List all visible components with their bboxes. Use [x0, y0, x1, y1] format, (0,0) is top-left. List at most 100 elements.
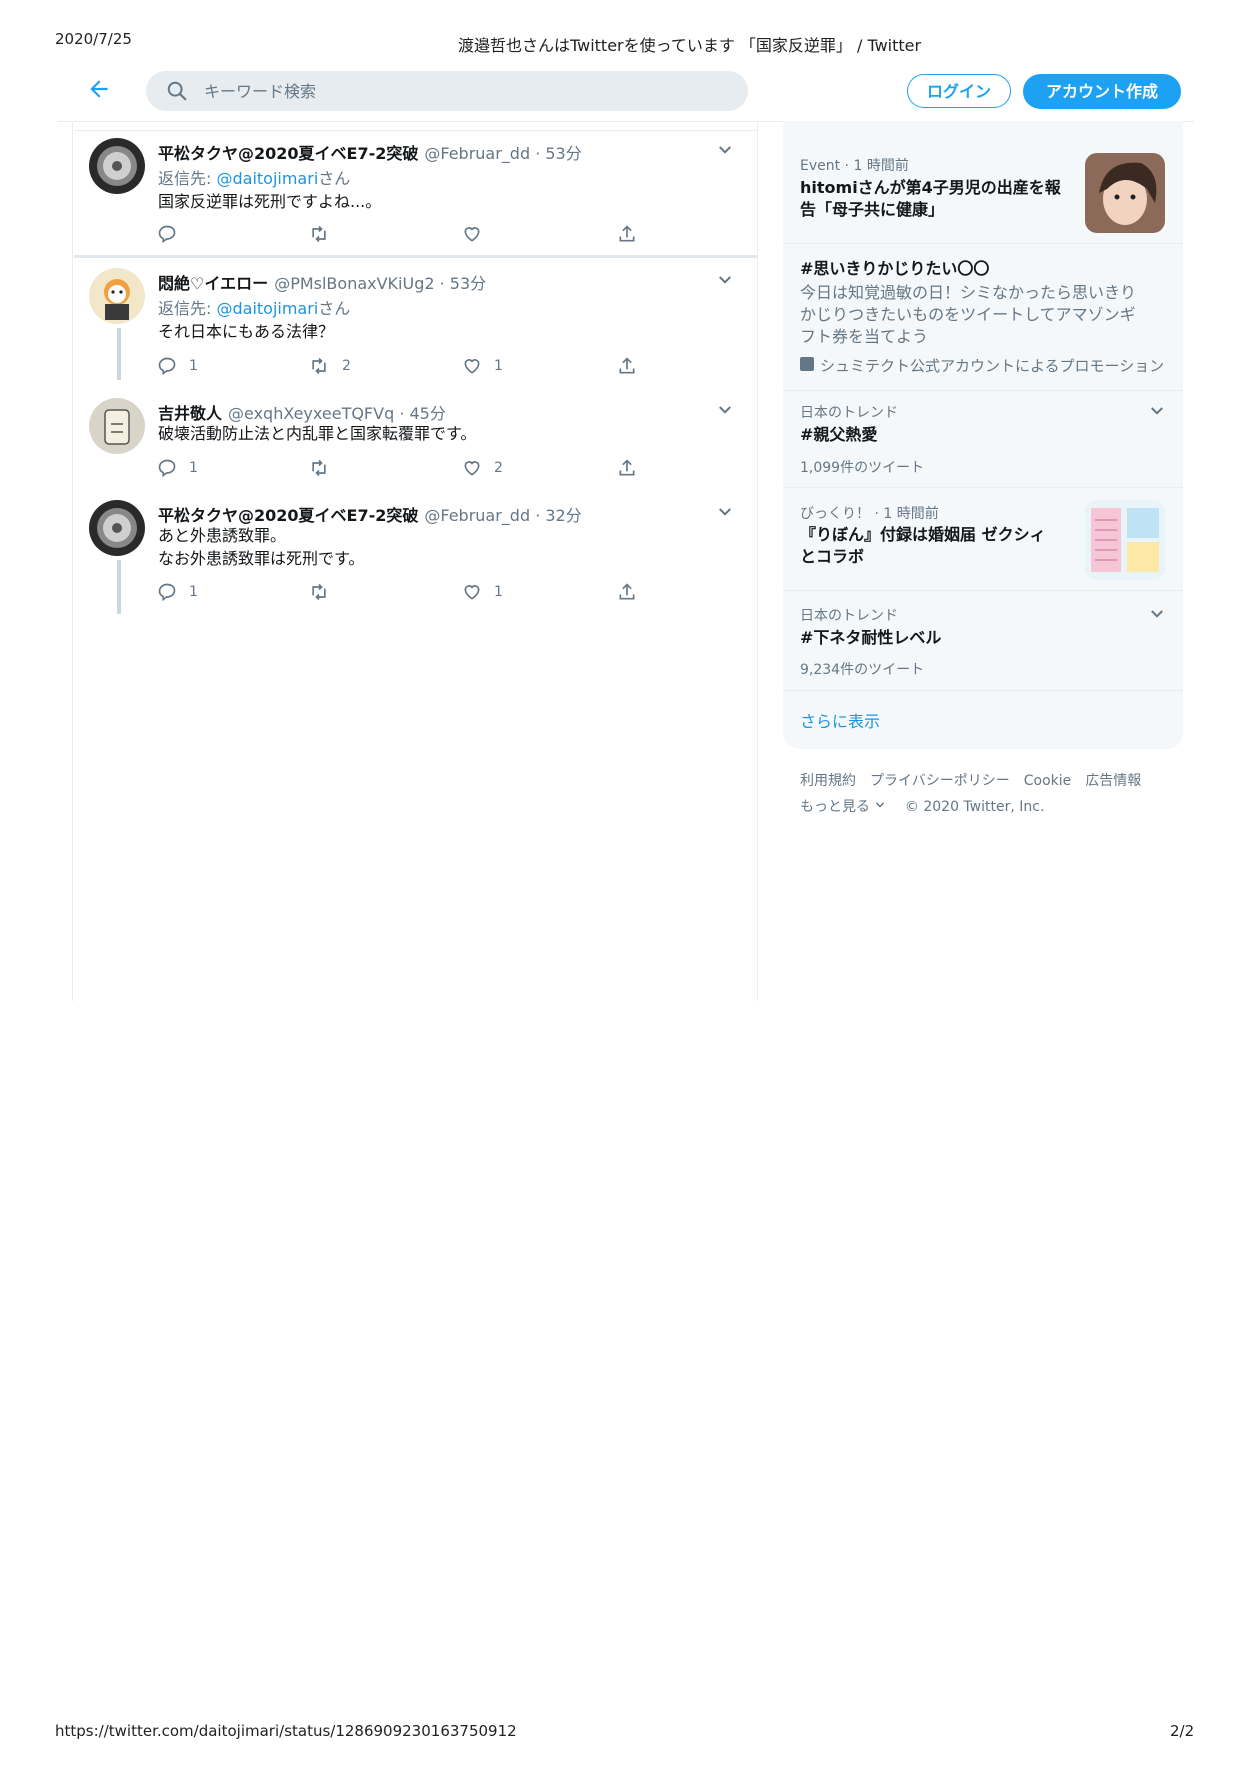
chevron-down-icon[interactable]: [1148, 605, 1166, 623]
user-name[interactable]: 悶絶♡イエロー: [158, 274, 268, 293]
tweet-header: 吉井敬人 @exqhXeyxeeTQFVq · 45分: [158, 400, 446, 424]
trend-title[interactable]: #親父熱愛: [800, 424, 877, 446]
chevron-down-icon[interactable]: [716, 141, 734, 159]
trend-title[interactable]: #思いきりかじりたい〇〇: [800, 258, 989, 280]
retweet-button[interactable]: 2: [308, 355, 351, 377]
trend-title[interactable]: #下ネタ耐性レベル: [800, 627, 941, 649]
user-handle-time: @Februar_dd · 53分: [424, 144, 582, 163]
footer-more-link[interactable]: もっと見る: [800, 799, 870, 815]
tweet-text-line: あと外患誘致罪。: [158, 526, 287, 545]
retweet-count: 2: [342, 358, 351, 374]
footer-links: 利用規約 プライバシーポリシー Cookie 広告情報: [800, 770, 1155, 790]
chevron-down-icon[interactable]: [716, 503, 734, 521]
tweet-header: 平松タクヤ@2020夏イベE7-2突破 @Februar_dd · 53分: [158, 140, 582, 164]
share-button[interactable]: [617, 355, 649, 377]
tweet-separator: [74, 130, 757, 131]
search-bar[interactable]: [146, 71, 748, 111]
trend-context: びっくり！ · 1 時間前: [800, 506, 939, 522]
footer-link-terms[interactable]: 利用規約: [800, 773, 856, 789]
reply-icon: [158, 583, 176, 602]
user-name[interactable]: 吉井敬人: [158, 404, 222, 423]
print-page-number: 2/2: [1170, 1722, 1195, 1740]
user-handle-time: @PMslBonaxVKiUg2 · 53分: [274, 274, 487, 293]
tweet-separator: [74, 255, 757, 258]
divider: [783, 590, 1183, 591]
trend-title-line[interactable]: hitomiさんが第4子男児の出産を報: [800, 177, 1061, 199]
back-arrow-icon[interactable]: [86, 76, 118, 108]
reply-prefix: 返信先:: [158, 169, 217, 188]
reply-button[interactable]: 1: [157, 457, 198, 479]
trend-description-line: フト券を当てよう: [800, 327, 929, 346]
tweet-text: 国家反逆罪は死刑ですよね...。: [158, 192, 382, 211]
tweet-text-line: なお外患誘致罪は死刑です。: [158, 549, 365, 568]
footer-link-ads[interactable]: 広告情報: [1085, 773, 1141, 789]
trend-description-line: かじりつきたいものをツイートしてアマゾンギ: [800, 305, 1136, 324]
signup-button[interactable]: アカウント作成: [1023, 74, 1181, 109]
user-handle-time: @Februar_dd · 32分: [424, 506, 582, 525]
retweet-button[interactable]: [308, 581, 342, 603]
reply-suffix: さん: [318, 169, 351, 188]
trend-title-line[interactable]: 告「母子共に健康」: [800, 199, 944, 221]
mention-link[interactable]: @daitojimari: [216, 169, 318, 188]
avatar[interactable]: [89, 138, 145, 194]
user-handle-time: @exqhXeyxeeTQFVq · 45分: [228, 404, 446, 423]
trend-title-line[interactable]: とコラボ: [800, 546, 864, 568]
reply-button[interactable]: [157, 223, 189, 245]
like-button[interactable]: 2: [462, 457, 503, 479]
trend-description-line: 今日は知覚過敏の日！シミなかったら思いきり: [800, 283, 1137, 302]
heart-icon: [464, 461, 480, 476]
reply-icon: [158, 357, 176, 376]
chevron-down-icon[interactable]: [1148, 402, 1166, 420]
reply-context: 返信先: @daitojimariさん: [158, 165, 350, 189]
reply-prefix: 返信先:: [158, 299, 217, 318]
retweet-button[interactable]: [308, 457, 342, 479]
share-icon: [619, 459, 635, 476]
user-name[interactable]: 平松タクヤ@2020夏イベE7-2突破: [158, 144, 418, 163]
share-button[interactable]: [617, 581, 649, 603]
avatar[interactable]: [89, 500, 145, 556]
trend-count: 1,099件のツイート: [800, 460, 925, 476]
timeline-border-left: [72, 121, 73, 1001]
search-input[interactable]: [204, 71, 724, 111]
retweet-icon: [312, 225, 326, 243]
share-icon: [619, 583, 635, 600]
copyright: © 2020 Twitter, Inc.: [904, 799, 1045, 815]
login-button[interactable]: ログイン: [907, 74, 1011, 108]
chevron-down-icon[interactable]: [716, 401, 734, 419]
chevron-down-icon[interactable]: [874, 799, 886, 815]
reply-count: 1: [189, 358, 198, 374]
retweet-icon: [312, 459, 326, 477]
avatar[interactable]: [89, 268, 145, 324]
divider: [783, 390, 1183, 391]
show-more-link[interactable]: さらに表示: [800, 708, 880, 732]
like-button[interactable]: [462, 223, 494, 245]
like-count: 1: [494, 358, 503, 374]
share-icon: [619, 225, 635, 242]
print-title: 渡邉哲也さんはTwitterを使っています 「国家反逆罪」 / Twitter: [458, 36, 922, 55]
retweet-button[interactable]: [308, 223, 342, 245]
trend-title-line[interactable]: 『りぼん』付録は婚姻届 ゼクシィ: [800, 524, 1046, 546]
heart-icon: [464, 585, 480, 600]
share-button[interactable]: [617, 223, 649, 245]
thread-line: [117, 328, 121, 380]
mention-link[interactable]: @daitojimari: [216, 299, 318, 318]
trend-thumbnail[interactable]: [1085, 153, 1165, 233]
avatar[interactable]: [89, 398, 145, 454]
footer-secondary: もっと見る © 2020 Twitter, Inc.: [800, 796, 1044, 816]
reply-count: 1: [189, 584, 198, 600]
trend-context: 日本のトレンド: [800, 608, 898, 624]
chevron-down-icon[interactable]: [716, 271, 734, 289]
divider: [783, 690, 1183, 691]
tweet-header: 平松タクヤ@2020夏イベE7-2突破 @Februar_dd · 32分: [158, 502, 582, 526]
user-name[interactable]: 平松タクヤ@2020夏イベE7-2突破: [158, 506, 418, 525]
reply-button[interactable]: 1: [157, 355, 198, 377]
like-button[interactable]: 1: [462, 355, 503, 377]
reply-count: 1: [189, 460, 198, 476]
share-button[interactable]: [617, 457, 649, 479]
footer-link-cookie[interactable]: Cookie: [1024, 773, 1072, 789]
reply-button[interactable]: 1: [157, 581, 198, 603]
footer-link-privacy[interactable]: プライバシーポリシー: [870, 773, 1010, 789]
trend-thumbnail[interactable]: [1085, 500, 1165, 580]
promoted-icon: [800, 357, 814, 371]
like-button[interactable]: 1: [462, 581, 503, 603]
